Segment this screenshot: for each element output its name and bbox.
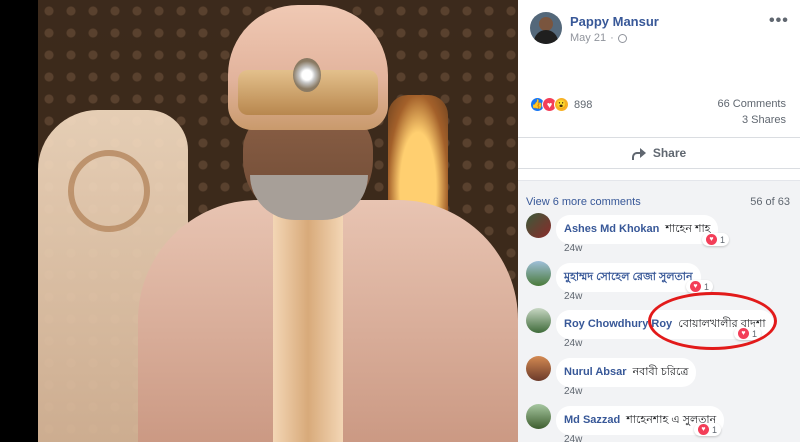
- comment-bubble: মুহাম্মদ সোহেল রেজা সুলতান: [556, 263, 701, 292]
- post-date[interactable]: May 21: [570, 32, 606, 44]
- comment-text: শাহেন শাহ: [665, 223, 711, 235]
- comment-likes: 1: [720, 234, 726, 245]
- author-avatar[interactable]: [530, 12, 562, 44]
- comments-count-link[interactable]: 66 Comments: [718, 98, 786, 110]
- comment-reaction-count[interactable]: ♥ 1: [702, 233, 730, 246]
- comment-time[interactable]: 24w: [564, 386, 582, 397]
- comments-pager: 56 of 63: [750, 196, 790, 208]
- view-more-comments-link[interactable]: View 6 more comments: [526, 196, 641, 208]
- comment-time[interactable]: 24w: [564, 434, 582, 442]
- share-label: Share: [652, 146, 687, 160]
- wow-icon: 😮: [554, 97, 569, 112]
- comment-likes: 1: [704, 281, 710, 292]
- comment-time[interactable]: 24w: [564, 338, 582, 349]
- comment-bubble: Ashes Md Khokan শাহেন শাহ: [556, 215, 719, 244]
- commenter-name[interactable]: Md Sazzad: [564, 414, 620, 426]
- commenter-avatar[interactable]: [526, 261, 551, 286]
- more-options-icon[interactable]: •••: [769, 12, 789, 30]
- reactions-count: 898: [574, 98, 593, 111]
- comment-text: নবাবী চরিত্রে: [632, 366, 689, 378]
- heart-icon: ♥: [706, 234, 717, 245]
- highlight-circle-annotation: [648, 292, 777, 350]
- commenter-name[interactable]: মুহাম্মদ সোহেল রেজা সুলতান: [564, 271, 693, 283]
- comment-bubble: Nurul Absar নবাবী চরিত্রে: [556, 358, 697, 387]
- post-viewer: Pappy Mansur May 21 · ••• 👍 ♥ 😮 898 66 C…: [0, 0, 800, 442]
- commenter-name[interactable]: Nurul Absar: [564, 366, 627, 378]
- heart-icon: ♥: [698, 424, 709, 435]
- meta-separator: ·: [610, 32, 614, 44]
- heart-icon: ♥: [690, 281, 701, 292]
- comment-item: Nurul Absar নবাবী চরিত্রে 24w: [526, 356, 796, 401]
- globe-icon: [617, 33, 627, 43]
- shares-count-link[interactable]: 3 Shares: [742, 114, 786, 126]
- comment-time[interactable]: 24w: [564, 291, 582, 302]
- reactions-summary[interactable]: 👍 ♥ 😮 898: [530, 97, 592, 112]
- comment-likes: 1: [712, 424, 718, 435]
- turban-jewel: [293, 58, 321, 92]
- person-figure: [98, 0, 518, 442]
- author-name[interactable]: Pappy Mansur: [570, 14, 659, 29]
- comment-item: Md Sazzad শাহেনশাহ এ সুলতান 24w ♥ 1: [526, 404, 796, 442]
- comment-time[interactable]: 24w: [564, 243, 582, 254]
- commenter-name[interactable]: Ashes Md Khokan: [564, 223, 659, 235]
- robe-center: [273, 200, 343, 442]
- commenter-avatar[interactable]: [526, 356, 551, 381]
- comment-item: Ashes Md Khokan শাহেন শাহ 24w ♥ 1: [526, 213, 796, 258]
- post-photo[interactable]: [38, 0, 518, 442]
- commenter-avatar[interactable]: [526, 404, 551, 429]
- commenter-avatar[interactable]: [526, 213, 551, 238]
- share-icon: [631, 147, 647, 160]
- post-header: Pappy Mansur May 21 ·: [530, 12, 790, 52]
- share-button[interactable]: Share: [518, 137, 800, 169]
- post-sidebar: Pappy Mansur May 21 · ••• 👍 ♥ 😮 898 66 C…: [518, 0, 800, 442]
- commenter-avatar[interactable]: [526, 308, 551, 333]
- comment-reaction-count[interactable]: ♥ 1: [694, 423, 722, 436]
- post-meta: May 21 ·: [570, 32, 627, 44]
